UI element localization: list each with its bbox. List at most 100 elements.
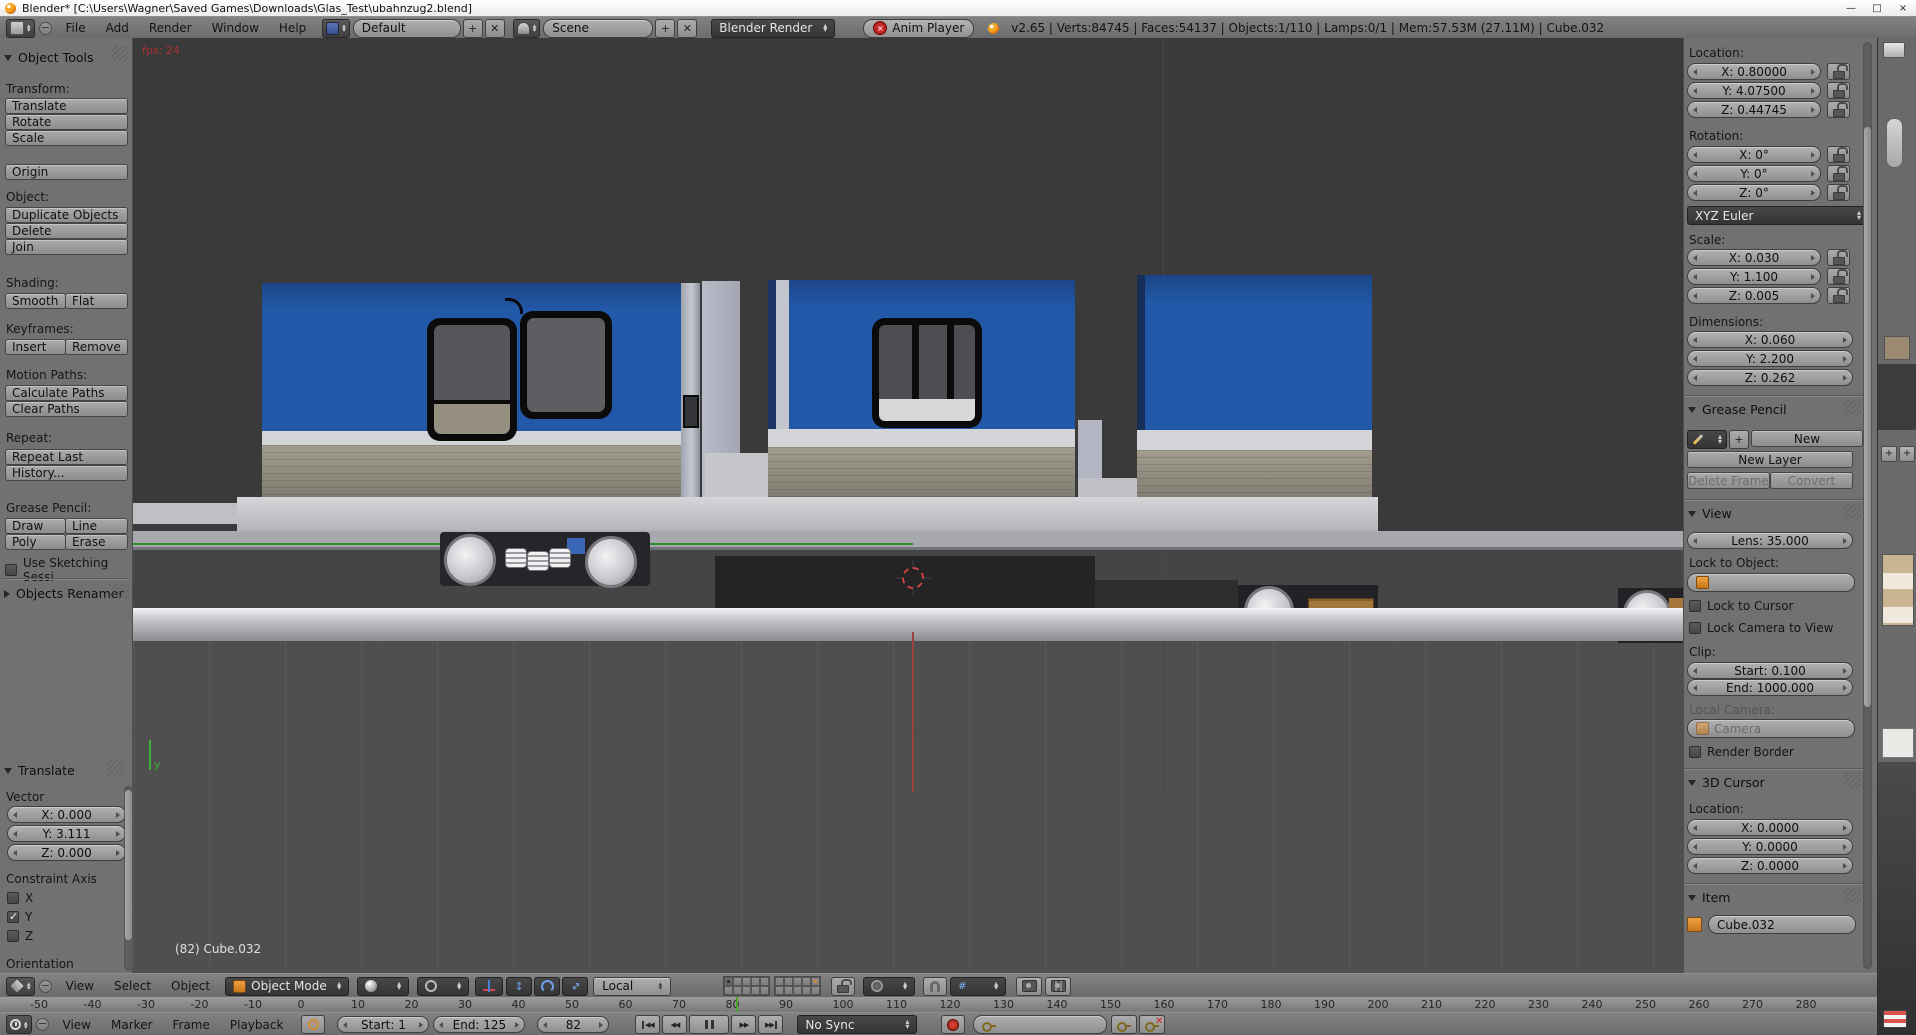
delete-scene-button[interactable]: ✕ bbox=[677, 19, 697, 38]
lock-to-object-field[interactable] bbox=[1687, 573, 1855, 592]
rotate-button[interactable]: Rotate bbox=[5, 114, 128, 130]
pivot-point-select[interactable]: ▴▾ bbox=[417, 977, 469, 996]
jump-to-end-button[interactable]: ▶▶ bbox=[758, 1015, 783, 1034]
menu-playback[interactable]: Playback bbox=[220, 1013, 294, 1035]
objects-renamer-panel-header[interactable]: Objects Renamer bbox=[4, 586, 124, 601]
panel-drag-grip[interactable] bbox=[1844, 400, 1861, 415]
frame-start-field[interactable]: Start: 1 bbox=[337, 1016, 429, 1033]
keying-set-field[interactable] bbox=[973, 1015, 1107, 1034]
calculate-paths-button[interactable]: Calculate Paths bbox=[5, 385, 128, 401]
lock-icon[interactable] bbox=[1827, 268, 1850, 285]
duplicate-objects-button[interactable]: Duplicate Objects bbox=[5, 207, 128, 223]
view-panel-header[interactable]: View bbox=[1688, 506, 1732, 521]
scale-x-field[interactable]: X: 0.030 bbox=[1687, 249, 1821, 266]
menu-frame[interactable]: Frame bbox=[162, 1013, 219, 1035]
menu-help[interactable]: Help bbox=[269, 17, 316, 39]
panel-drag-grip[interactable] bbox=[1844, 888, 1861, 903]
delete-keyframe-button[interactable]: ✕ bbox=[1139, 1015, 1165, 1034]
lock-icon[interactable] bbox=[1827, 165, 1850, 182]
proportional-edit-select[interactable]: ▴▾ bbox=[863, 977, 915, 996]
viewport-shading-select[interactable]: ▴▾ bbox=[357, 977, 409, 996]
translate-button[interactable]: Translate bbox=[5, 98, 128, 114]
cursor-z-field[interactable]: Z: 0.0000 bbox=[1687, 857, 1853, 874]
menu-file[interactable]: File bbox=[56, 17, 96, 39]
lock-camera-checkbox[interactable] bbox=[1689, 622, 1701, 634]
lock-icon[interactable] bbox=[1827, 249, 1850, 266]
scene-field[interactable]: Scene bbox=[543, 19, 653, 38]
viewport-3d[interactable]: fps: 24 y (82) Cube.032 bbox=[133, 38, 1683, 973]
render-opengl-anim-button[interactable] bbox=[1045, 977, 1071, 996]
current-frame-field[interactable]: 82 bbox=[537, 1016, 609, 1033]
lock-icon[interactable] bbox=[1827, 82, 1850, 99]
menu-view[interactable]: View bbox=[56, 974, 104, 998]
maximize-button[interactable]: □ bbox=[1864, 1, 1890, 15]
rotation-x-field[interactable]: X: 0° bbox=[1687, 146, 1821, 163]
next-keyframe-button[interactable]: ▶▶ bbox=[731, 1015, 756, 1034]
menu-object[interactable]: Object bbox=[161, 974, 220, 998]
object-tools-panel-header[interactable]: Object Tools bbox=[4, 50, 93, 65]
pause-button[interactable] bbox=[689, 1015, 729, 1034]
layers-grid-2[interactable] bbox=[774, 976, 821, 996]
panel-drag-grip[interactable] bbox=[1844, 773, 1861, 788]
auto-keyframe-record-button[interactable] bbox=[941, 1015, 965, 1034]
lock-to-cursor-checkbox[interactable] bbox=[1689, 600, 1701, 612]
scene-browse-button[interactable]: ▴▾ bbox=[513, 19, 541, 38]
preview-range-toggle[interactable] bbox=[301, 1015, 325, 1034]
gp-new-button[interactable]: New bbox=[1751, 430, 1863, 447]
rotation-mode-select[interactable]: XYZ Euler ▴▾ bbox=[1687, 206, 1869, 225]
render-opengl-image-button[interactable] bbox=[1016, 977, 1042, 996]
sync-mode-select[interactable]: No Sync ▴▾ bbox=[797, 1015, 917, 1034]
frame-end-field[interactable]: End: 125 bbox=[433, 1016, 525, 1033]
panel-drag-grip[interactable] bbox=[112, 584, 129, 599]
cursor-y-field[interactable]: Y: 0.0000 bbox=[1687, 838, 1853, 855]
panel-drag-grip[interactable] bbox=[112, 46, 129, 61]
collapse-menus-icon[interactable] bbox=[36, 1018, 49, 1031]
grease-pencil-panel-header[interactable]: Grease Pencil bbox=[1688, 402, 1787, 417]
location-y-field[interactable]: Y: 4.07500 bbox=[1687, 82, 1821, 99]
lock-to-scene-button[interactable] bbox=[831, 977, 855, 996]
scrollbar-thumb[interactable] bbox=[1864, 127, 1871, 707]
lock-to-cursor-row[interactable]: Lock to Cursor bbox=[1689, 599, 1793, 613]
current-frame-playhead[interactable] bbox=[736, 997, 738, 1012]
gp-add-button[interactable]: + bbox=[1729, 430, 1749, 449]
sketching-sessions-row[interactable]: Use Sketching Sessi bbox=[5, 556, 132, 584]
scale-manipulator-button[interactable]: ↕ bbox=[562, 977, 588, 996]
menu-render[interactable]: Render bbox=[139, 17, 202, 39]
gp-line-button[interactable]: Line bbox=[65, 518, 128, 534]
scale-y-field[interactable]: Y: 1.100 bbox=[1687, 268, 1821, 285]
smooth-button[interactable]: Smooth bbox=[5, 293, 66, 309]
rotation-y-field[interactable]: Y: 0° bbox=[1687, 165, 1821, 182]
panel-drag-grip[interactable] bbox=[1844, 504, 1861, 519]
clip-end-field[interactable]: End: 1000.000 bbox=[1687, 679, 1853, 696]
anim-player-button[interactable]: × Anim Player bbox=[863, 19, 974, 38]
screen-layout-button[interactable]: ▴▾ bbox=[322, 19, 350, 38]
insert-keyframe-button[interactable]: Insert bbox=[5, 339, 66, 355]
gp-new-layer-button[interactable]: New Layer bbox=[1687, 451, 1853, 468]
n-panel-scrollbar[interactable] bbox=[1863, 42, 1872, 969]
vector-x-field[interactable]: X: 0.000 bbox=[7, 806, 126, 823]
editor-type-button[interactable]: ▴▾ bbox=[6, 1015, 32, 1034]
repeat-last-button[interactable]: Repeat Last bbox=[5, 449, 128, 465]
insert-keyframe-button[interactable] bbox=[1111, 1015, 1137, 1034]
menu-window[interactable]: Window bbox=[202, 17, 269, 39]
gp-delete-frame-button[interactable]: Delete Frame bbox=[1687, 472, 1770, 489]
minimize-button[interactable]: — bbox=[1838, 1, 1864, 15]
local-camera-field[interactable]: Camera bbox=[1687, 719, 1855, 738]
constraint-y-row[interactable]: Y bbox=[7, 910, 32, 924]
lens-field[interactable]: Lens: 35.000 bbox=[1687, 532, 1853, 549]
delete-button[interactable]: Delete bbox=[5, 223, 128, 239]
manipulator-toggle-button[interactable] bbox=[475, 977, 503, 996]
gp-poly-button[interactable]: Poly bbox=[5, 534, 66, 550]
translate-operator-panel-header[interactable]: Translate bbox=[4, 763, 75, 778]
editor-type-button[interactable]: ▴▾ bbox=[6, 19, 35, 38]
constraint-z-checkbox[interactable] bbox=[7, 930, 19, 942]
render-engine-select[interactable]: Blender Render ▴▾ bbox=[711, 19, 835, 38]
constraint-x-checkbox[interactable] bbox=[7, 892, 19, 904]
remove-keyframe-button[interactable]: Remove bbox=[65, 339, 128, 355]
tool-shelf-scrollbar[interactable] bbox=[124, 786, 133, 971]
lock-icon[interactable] bbox=[1827, 184, 1850, 201]
screen-layout-field[interactable]: Default bbox=[353, 19, 461, 38]
menu-select[interactable]: Select bbox=[104, 974, 161, 998]
item-name-field[interactable]: Cube.032 bbox=[1708, 915, 1856, 934]
transform-orientation-select[interactable]: Local ▴▾ bbox=[593, 977, 671, 996]
